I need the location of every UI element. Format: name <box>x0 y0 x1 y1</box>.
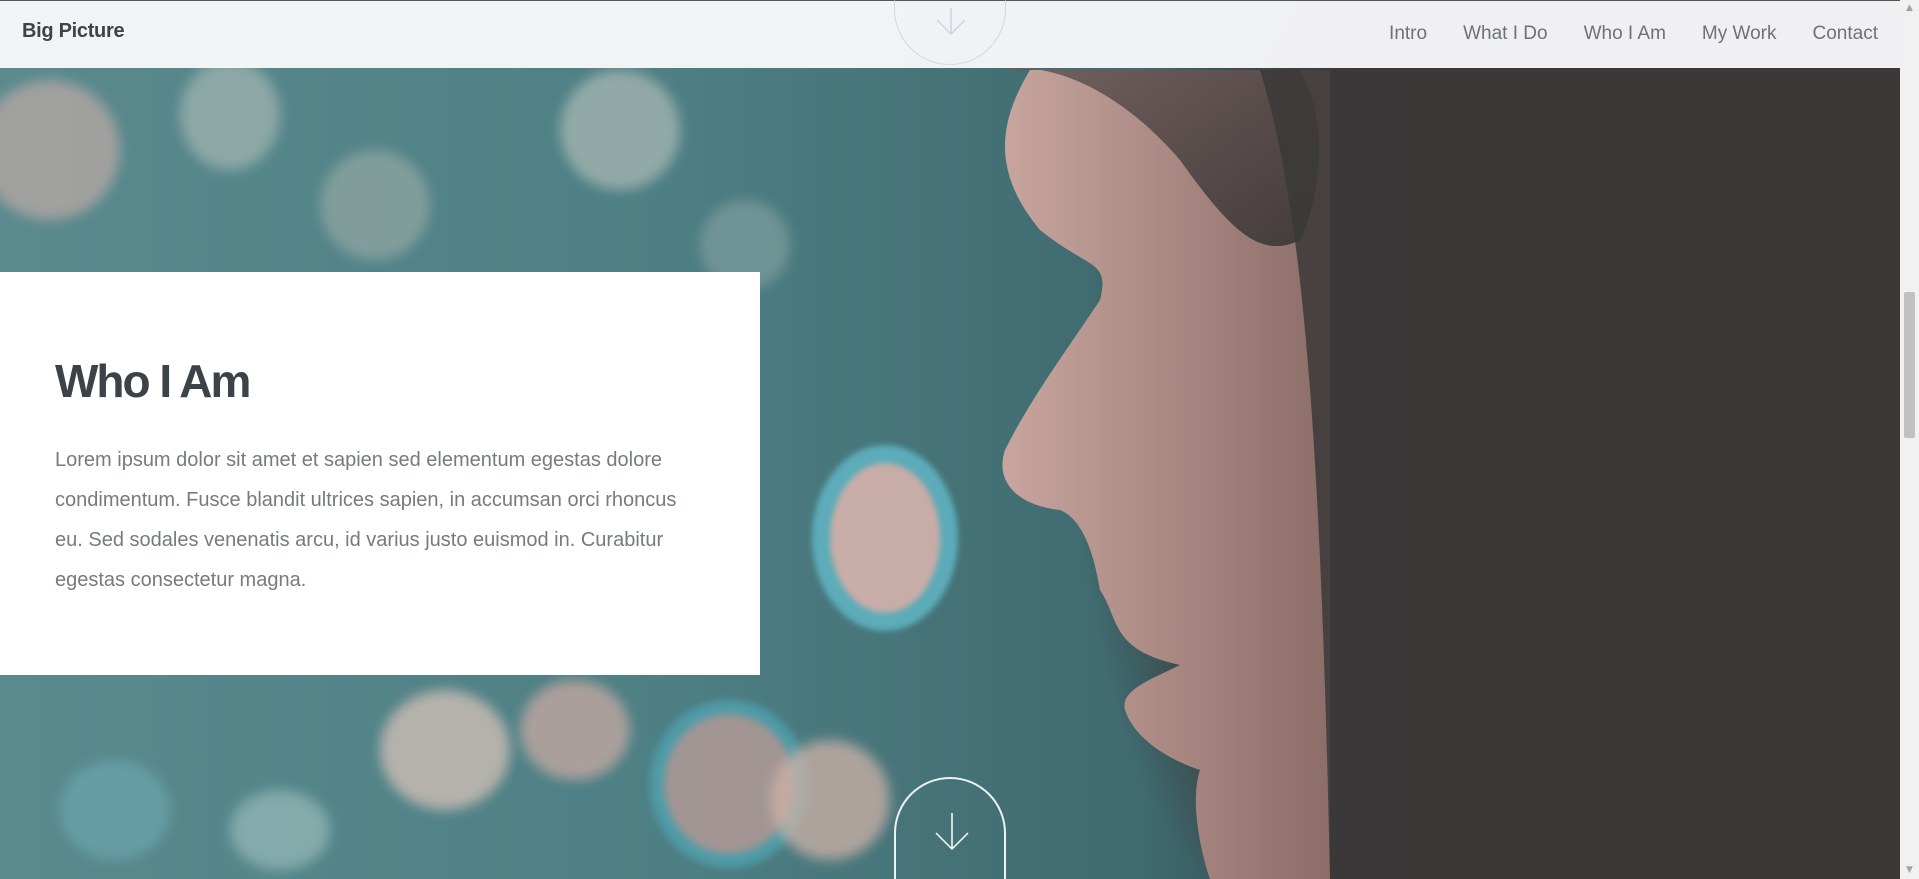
nav-link-my-work[interactable]: My Work <box>1702 23 1777 45</box>
nav-link-what-i-do[interactable]: What I Do <box>1463 23 1547 45</box>
nav-link-contact[interactable]: Contact <box>1813 23 1878 45</box>
nav-link-who-i-am[interactable]: Who I Am <box>1584 23 1666 45</box>
scroll-down-button[interactable] <box>894 777 1006 879</box>
arrow-down-icon <box>935 813 969 851</box>
scroll-up-icon[interactable]: ▲ <box>1900 0 1919 17</box>
main-nav: Intro What I Do Who I Am My Work Contact <box>1353 23 1878 45</box>
scrollbar-thumb[interactable] <box>1904 292 1915 438</box>
section-body-text: Lorem ipsum dolor sit amet et sapien sed… <box>55 449 677 591</box>
nav-link-intro[interactable]: Intro <box>1389 23 1427 45</box>
scroll-down-icon[interactable]: ▼ <box>1900 862 1919 879</box>
section-title: Who I Am <box>55 355 251 407</box>
arrow-down-icon <box>936 8 966 36</box>
brand-logo-link[interactable]: Big Picture <box>22 20 125 43</box>
page: Big Picture Intro What I Do Who I Am My … <box>0 0 1919 879</box>
vertical-scrollbar[interactable]: ▲ ▼ <box>1900 0 1919 879</box>
who-i-am-card: Who I Am Lorem ipsum dolor sit amet et s… <box>0 272 760 675</box>
